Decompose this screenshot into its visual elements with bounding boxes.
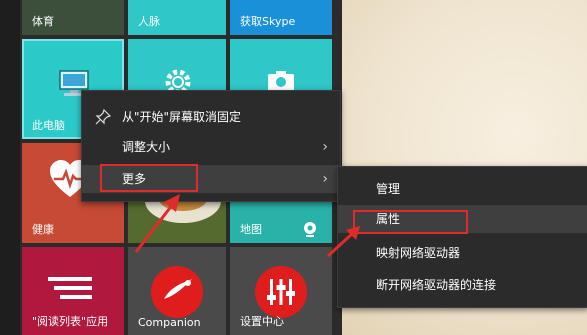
tile-settings-center-label: 设置中心 [240, 315, 284, 328]
menu-item-resize[interactable]: 调整大小 › [82, 133, 340, 161]
reading-list-icon [48, 277, 92, 299]
tile-this-pc-label: 此电脑 [32, 119, 65, 132]
tile-companion[interactable]: Companion [128, 247, 226, 335]
annotation-arrow-properties [326, 226, 360, 258]
tile-contacts-label: 人脉 [138, 15, 160, 28]
chevron-right-icon: › [322, 139, 328, 155]
annotation-box-more [100, 164, 198, 192]
submenu-item-map-drive[interactable]: 映射网络驱动器 [338, 239, 587, 267]
annotation-arrow-more [134, 194, 180, 253]
tile-skype-label: 获取Skype [240, 15, 296, 28]
submenu-item-manage[interactable]: 管理 [338, 175, 587, 203]
start-left-strip [0, 0, 20, 335]
menu-item-resize-label: 调整大小 [122, 140, 171, 154]
chevron-right-icon: › [322, 171, 328, 187]
tile-reading-list[interactable]: "阅读列表"应用 [22, 247, 124, 335]
companion-logo-icon [151, 266, 203, 318]
submenu-item-disconnect-drive[interactable]: 断开网络驱动器的连接 [338, 271, 587, 299]
tile-reading-list-label: "阅读列表"应用 [32, 315, 109, 328]
tile-contacts[interactable]: 人脉 [128, 0, 226, 35]
tile-sports[interactable]: 体育 [22, 0, 124, 35]
tile-companion-label: Companion [138, 316, 201, 329]
tile-health-label: 健康 [32, 223, 54, 236]
menu-item-unpin[interactable]: 从"开始"屏幕取消固定 [82, 103, 340, 131]
submenu-item-manage-label: 管理 [376, 182, 401, 196]
tile-settings-center[interactable]: 设置中心 [230, 247, 332, 335]
tile-maps-label: 地图 [240, 223, 262, 236]
settings-center-icon [255, 266, 307, 318]
more-submenu: 管理 属性 映射网络驱动器 断开网络驱动器的连接 [337, 166, 587, 308]
annotation-box-properties [353, 210, 468, 234]
menu-item-unpin-label: 从"开始"屏幕取消固定 [122, 110, 242, 124]
map-pin-icon [304, 222, 316, 237]
tile-sports-label: 体育 [32, 15, 54, 28]
submenu-item-disconnect-drive-label: 断开网络驱动器的连接 [376, 278, 497, 292]
unpin-icon [95, 109, 111, 125]
tile-skype[interactable]: 获取Skype [230, 0, 332, 35]
submenu-item-map-drive-label: 映射网络驱动器 [376, 246, 461, 260]
